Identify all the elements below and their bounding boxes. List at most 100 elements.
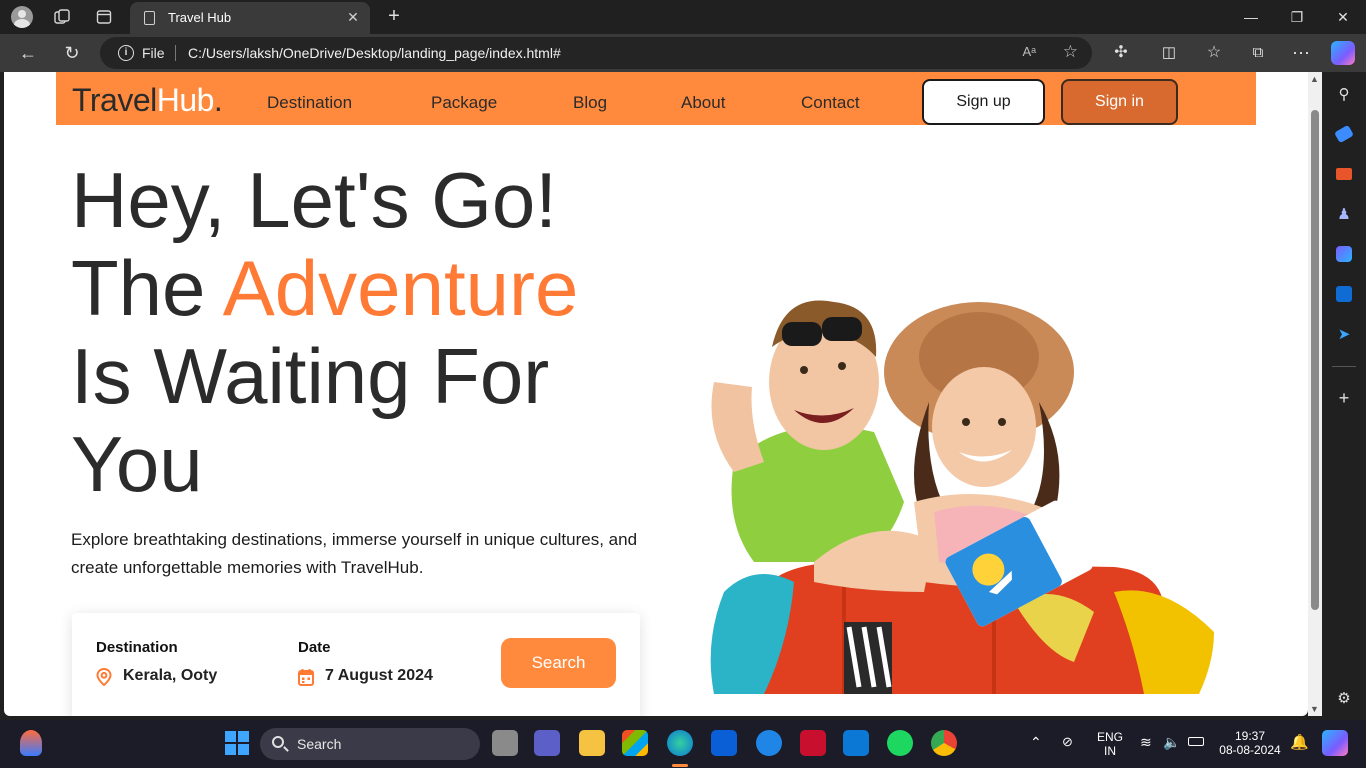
nav-about[interactable]: About [681, 93, 725, 113]
wifi-icon[interactable]: ≋ [1140, 734, 1152, 751]
date-label: Date [298, 639, 331, 656]
microsoft-365-icon[interactable] [1332, 242, 1356, 266]
tab-travel-hub[interactable]: Travel Hub ✕ [130, 2, 370, 34]
scroll-down-icon[interactable]: ▼ [1310, 704, 1319, 714]
more-menu-icon[interactable]: ⋯ [1289, 41, 1313, 65]
site-logo[interactable]: TravelHub. [72, 82, 223, 119]
favorites-icon[interactable]: ☆ [1202, 41, 1226, 65]
location-pin-icon [96, 667, 112, 691]
file-explorer-icon[interactable] [579, 730, 605, 756]
address-separator [175, 45, 176, 61]
extensions-icon[interactable]: ✣ [1109, 41, 1133, 65]
split-screen-icon[interactable]: ◫ [1157, 41, 1181, 65]
destination-value[interactable]: Kerala, Ooty [123, 667, 217, 685]
nav-contact[interactable]: Contact [801, 93, 860, 113]
signin-button[interactable]: Sign in [1061, 79, 1178, 125]
nav-blog[interactable]: Blog [573, 93, 607, 113]
hero-line-2-text: The [71, 244, 223, 332]
hero-description: Explore breathtaking destinations, immer… [71, 530, 638, 577]
page-viewport: TravelHub. Destination Package Blog Abou… [4, 72, 1308, 716]
close-window-icon[interactable]: ✕ [1320, 0, 1366, 34]
edge-icon[interactable] [667, 730, 693, 756]
copilot-taskbar-icon[interactable] [1322, 730, 1348, 756]
nav-package[interactable]: Package [431, 93, 497, 113]
taskbar-search[interactable]: Search [260, 728, 480, 760]
back-icon[interactable]: ← [16, 41, 40, 65]
games-icon[interactable]: ♟ [1332, 202, 1356, 226]
teams-icon[interactable] [534, 730, 560, 756]
scroll-up-icon[interactable]: ▲ [1310, 74, 1319, 84]
close-tab-icon[interactable]: ✕ [344, 8, 362, 26]
task-view-icon[interactable] [492, 730, 518, 756]
vscode-icon[interactable] [843, 730, 869, 756]
logo-travel: Travel [72, 82, 157, 118]
hero-accent-word: Adventure [222, 244, 579, 332]
edge-sidebar: ⚲ ♟ ➤ + ⚙ [1322, 72, 1366, 716]
notification-bell-icon[interactable]: 🔔 [1290, 733, 1309, 751]
send-icon[interactable]: ➤ [1332, 322, 1356, 346]
date-value[interactable]: 7 August 2024 [325, 667, 433, 685]
logo-hub: Hub [156, 82, 215, 118]
taskbar-search-label: Search [297, 736, 342, 752]
hp-icon[interactable] [711, 730, 737, 756]
info-icon[interactable]: i [118, 45, 134, 61]
mcafee-icon[interactable] [800, 730, 826, 756]
clock-time: 19:37 [1234, 729, 1266, 743]
page-icon [144, 11, 155, 25]
outlook-icon[interactable] [1332, 282, 1356, 306]
volume-icon[interactable]: 🔈 [1163, 734, 1180, 751]
minimize-icon[interactable]: — [1228, 0, 1274, 34]
windows-taskbar: Search ⌃ ⊘ ENG IN ≋ 🔈 19:37 08-08-2024 🔔 [0, 720, 1366, 768]
hero-title-line-1: Hey, Let's Go! [71, 156, 557, 244]
show-hidden-icons-icon[interactable]: ⌃ [1030, 734, 1042, 751]
refresh-icon[interactable]: ↻ [60, 41, 84, 65]
language-indicator[interactable]: ENG IN [1096, 730, 1124, 758]
collections-icon[interactable]: ⧉ [1246, 41, 1270, 65]
sidebar-search-icon[interactable]: ⚲ [1332, 82, 1356, 106]
tab-strip: Travel Hub ✕ + — ❐ ✕ [0, 0, 1366, 34]
clock-date: 08-08-2024 [1219, 743, 1281, 757]
search-icon [272, 736, 284, 748]
restore-icon[interactable]: ❐ [1274, 0, 1320, 34]
add-sidebar-app-icon[interactable]: + [1332, 386, 1356, 410]
search-card: Destination Kerala, Ooty Date 7 August 2… [72, 613, 640, 716]
sidebar-divider [1332, 366, 1356, 367]
address-bar[interactable]: i File C:/Users/laksh/OneDrive/Desktop/l… [100, 37, 1092, 69]
signup-button[interactable]: Sign up [922, 79, 1045, 125]
page-scrollbar[interactable]: ▲ ▼ [1308, 72, 1322, 716]
help-icon[interactable] [756, 730, 782, 756]
tab-title: Travel Hub [168, 10, 232, 25]
start-icon[interactable] [224, 730, 250, 756]
hero-title-line-2: The Adventure [71, 244, 578, 332]
hero-travellers-image [710, 300, 1214, 694]
read-aloud-icon[interactable]: Aᵃ [1022, 44, 1036, 59]
address-scheme: File [142, 45, 165, 61]
chrome-icon[interactable] [931, 730, 957, 756]
battery-icon[interactable] [1188, 737, 1204, 746]
clock[interactable]: 19:37 08-08-2024 [1216, 729, 1284, 757]
language-code: ENG [1096, 730, 1123, 744]
search-button[interactable]: Search [501, 638, 616, 688]
calendar-icon [298, 668, 314, 691]
favorite-star-icon[interactable]: ☆ [1063, 42, 1078, 62]
copilot-icon[interactable] [1331, 41, 1355, 65]
tools-icon[interactable] [1332, 162, 1356, 186]
address-url[interactable]: C:/Users/laksh/OneDrive/Desktop/landing_… [188, 45, 561, 61]
toolbar: ← ↻ i File C:/Users/laksh/OneDrive/Deskt… [0, 34, 1366, 72]
hero-title-line-4: You [71, 420, 203, 508]
microsoft-store-icon[interactable] [622, 730, 648, 756]
profile-icon[interactable] [10, 5, 34, 29]
spotify-icon[interactable] [887, 730, 913, 756]
sidebar-settings-icon[interactable]: ⚙ [1332, 686, 1356, 710]
network-off-icon[interactable]: ⊘ [1062, 734, 1073, 750]
hero-title-line-3: Is Waiting For [71, 332, 550, 420]
tab-actions-icon[interactable] [92, 5, 116, 29]
logo-dot: . [213, 82, 223, 118]
widgets-icon[interactable] [20, 730, 42, 756]
new-tab-icon[interactable]: + [382, 5, 406, 28]
site-navbar: TravelHub. Destination Package Blog Abou… [56, 72, 1256, 125]
workspaces-icon[interactable] [50, 5, 74, 29]
scrollbar-thumb[interactable] [1311, 110, 1319, 610]
nav-destination[interactable]: Destination [267, 93, 352, 113]
shopping-tag-icon[interactable] [1332, 122, 1356, 146]
